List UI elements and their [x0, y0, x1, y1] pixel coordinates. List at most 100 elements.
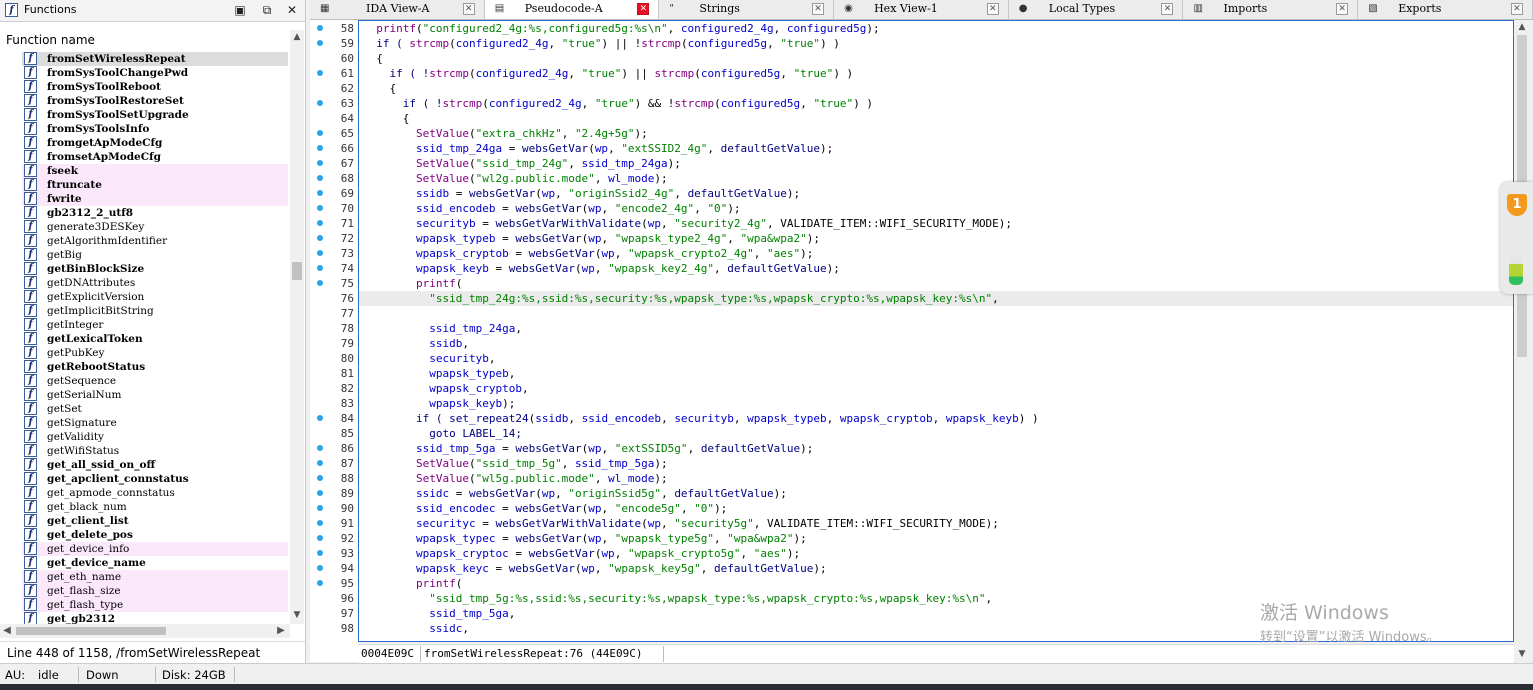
code-line[interactable]: ssid_tmp_5ga = websGetVar(wp, "extSSID5g… — [359, 441, 813, 456]
breakpoint-dot-icon[interactable] — [317, 220, 323, 226]
function-list-item[interactable]: f fromgetApModeCfg — [22, 136, 288, 150]
code-line[interactable]: printf( — [359, 276, 462, 291]
code-line[interactable]: ssid_tmp_24ga = websGetVar(wp, "extSSID2… — [359, 141, 833, 156]
tab-close-icon[interactable]: ✕ — [1336, 3, 1349, 15]
code-line[interactable]: SetValue("ssid_tmp_5g", ssid_tmp_5ga); — [359, 456, 668, 471]
code-line[interactable]: if ( set_repeat24(ssidb, ssid_encodeb, s… — [359, 411, 1039, 426]
scroll-right-icon[interactable]: ▶ — [274, 624, 288, 638]
code-line[interactable]: wpapsk_typec = websGetVar(wp, "wpapsk_ty… — [359, 531, 807, 546]
function-list-item[interactable]: f getSequence — [22, 374, 288, 388]
breakpoint-dot-icon[interactable] — [317, 190, 323, 196]
breakpoint-dot-icon[interactable] — [317, 130, 323, 136]
breakpoint-dot-icon[interactable] — [317, 550, 323, 556]
function-list-item[interactable]: f getImplicitBitString — [22, 304, 288, 318]
code-line[interactable]: ssid_encodec = websGetVar(wp, "encode5g"… — [359, 501, 727, 516]
code-line[interactable]: securityb = websGetVarWithValidate(wp, "… — [359, 216, 1012, 231]
function-list-item[interactable]: f get_apmode_connstatus — [22, 486, 288, 500]
breakpoint-dot-icon[interactable] — [317, 100, 323, 106]
breakpoint-dot-icon[interactable] — [317, 505, 323, 511]
close-button[interactable]: ✕ — [283, 2, 301, 18]
breakpoint-dot-icon[interactable] — [317, 145, 323, 151]
breakpoint-dot-icon[interactable] — [317, 520, 323, 526]
function-list-item[interactable]: f fromSetWirelessRepeat — [22, 52, 288, 66]
function-list-item[interactable]: f getSerialNum — [22, 388, 288, 402]
function-list-vscrollbar[interactable]: ▲ ▼ — [290, 30, 304, 624]
function-list-item[interactable]: f get_gb2312 — [22, 612, 288, 624]
tab-hex-view-1[interactable]: ◉ Hex View-1 ✕ — [834, 0, 1009, 19]
code-line[interactable]: if ( strcmp(configured2_4g, "true") || !… — [359, 36, 840, 51]
tab-ida-view-a[interactable]: ▦ IDA View-A ✕ — [310, 0, 485, 19]
scroll-up-icon[interactable]: ▲ — [290, 30, 304, 44]
scroll-left-icon[interactable]: ◀ — [0, 624, 14, 638]
code-line[interactable]: securityc = websGetVarWithValidate(wp, "… — [359, 516, 999, 531]
tab-local-types[interactable]: ● Local Types ✕ — [1009, 0, 1184, 19]
function-list-item[interactable]: f fromSysToolsInfo — [22, 122, 288, 136]
breakpoint-dot-icon[interactable] — [317, 235, 323, 241]
code-line[interactable]: { — [359, 81, 396, 96]
function-list-item[interactable]: f getExplicitVersion — [22, 290, 288, 304]
tab-close-icon[interactable]: ✕ — [462, 3, 475, 15]
breakpoint-dot-icon[interactable] — [317, 250, 323, 256]
function-list-item[interactable]: f get_flash_size — [22, 584, 288, 598]
code-line[interactable]: wpapsk_cryptoc = websGetVar(wp, "wpapsk_… — [359, 546, 800, 561]
function-list-item[interactable]: f get_client_list — [22, 514, 288, 528]
code-line[interactable]: SetValue("extra_chkHz", "2.4g+5g"); — [359, 126, 648, 141]
code-line[interactable]: wpapsk_cryptob, — [359, 381, 528, 396]
code-line[interactable]: SetValue("wl5g.public.mode", wl_mode); — [359, 471, 668, 486]
code-scroll-down-icon[interactable]: ▼ — [1514, 647, 1530, 661]
tab-strings[interactable]: " Strings ✕ — [659, 0, 835, 19]
function-list-hscrollbar[interactable]: ◀ ▶ — [0, 624, 290, 638]
tab-close-icon[interactable]: ✕ — [986, 3, 999, 15]
function-list-item[interactable]: f getWifiStatus — [22, 444, 288, 458]
pseudocode-view[interactable]: printf("configured2_4g:%s,configured5g:%… — [358, 20, 1514, 642]
restore-button[interactable]: ⧉ — [258, 2, 276, 18]
hscroll-thumb[interactable] — [16, 627, 166, 635]
code-line[interactable]: securityb, — [359, 351, 495, 366]
function-list-item[interactable]: f fromSysToolSetUpgrade — [22, 108, 288, 122]
function-list-item[interactable]: f getRebootStatus — [22, 360, 288, 374]
function-list-item[interactable]: f get_flash_type — [22, 598, 288, 612]
breakpoint-dot-icon[interactable] — [317, 205, 323, 211]
function-list-item[interactable]: f fwrite — [22, 192, 288, 206]
code-line[interactable]: wpapsk_keyb); — [359, 396, 515, 411]
code-line[interactable]: printf("configured2_4g:%s,configured5g:%… — [359, 21, 879, 36]
function-list-item[interactable]: f ftruncate — [22, 178, 288, 192]
breakpoint-dot-icon[interactable] — [317, 40, 323, 46]
function-list-item[interactable]: f fromsetApModeCfg — [22, 150, 288, 164]
function-list-item[interactable]: f getInteger — [22, 318, 288, 332]
code-line[interactable]: wpapsk_keyb = websGetVar(wp, "wpapsk_key… — [359, 261, 840, 276]
code-scroll-up-icon[interactable]: ▲ — [1514, 20, 1530, 34]
function-list-item[interactable]: f getPubKey — [22, 346, 288, 360]
code-line[interactable]: ssid_tmp_5ga, — [359, 606, 515, 621]
function-list-item[interactable]: f get_device_name — [22, 556, 288, 570]
breakpoint-dot-icon[interactable] — [317, 70, 323, 76]
function-list-item[interactable]: f get_all_ssid_on_off — [22, 458, 288, 472]
minimize-button[interactable]: ▣ — [231, 2, 249, 18]
function-list-item[interactable]: f getDNAttributes — [22, 276, 288, 290]
function-list-item[interactable]: f get_apclient_connstatus — [22, 472, 288, 486]
breakpoint-dot-icon[interactable] — [317, 565, 323, 571]
breakpoint-dot-icon[interactable] — [317, 490, 323, 496]
code-vscrollbar[interactable]: ▲ ▼ — [1514, 20, 1530, 662]
column-header-function-name[interactable]: Function name — [0, 30, 290, 50]
function-list-item[interactable]: f getBinBlockSize — [22, 262, 288, 276]
code-line[interactable]: wpapsk_keyc = websGetVar(wp, "wpapsk_key… — [359, 561, 827, 576]
code-line[interactable]: if ( !strcmp(configured2_4g, "true") && … — [359, 96, 873, 111]
tab-close-icon[interactable]: ✕ — [1161, 3, 1174, 15]
breakpoint-dot-icon[interactable] — [317, 160, 323, 166]
code-line[interactable]: ssidc, — [359, 621, 469, 636]
side-widget[interactable]: 1 — [1500, 182, 1533, 294]
tab-close-icon[interactable]: ✕ — [637, 3, 650, 15]
function-list[interactable]: f fromSetWirelessRepeat f fromSysToolChange… — [0, 52, 290, 624]
code-line[interactable]: printf( — [359, 576, 462, 591]
tab-close-icon[interactable]: ✕ — [1510, 3, 1523, 15]
code-line[interactable]: ssidb = websGetVar(wp, "originSsid2_4g",… — [359, 186, 800, 201]
function-list-item[interactable]: f fseek — [22, 164, 288, 178]
code-line[interactable]: "ssid_tmp_5g:%s,ssid:%s,security:%s,wpap… — [359, 591, 992, 606]
function-list-item[interactable]: f getAlgorithmIdentifier — [22, 234, 288, 248]
function-list-item[interactable]: f getValidity — [22, 430, 288, 444]
tab-exports[interactable]: ▧ Exports ✕ — [1358, 0, 1533, 19]
tab-close-icon[interactable]: ✕ — [812, 3, 825, 15]
code-line[interactable]: goto LABEL_14; — [359, 426, 522, 441]
code-line[interactable]: ssidb, — [359, 336, 469, 351]
